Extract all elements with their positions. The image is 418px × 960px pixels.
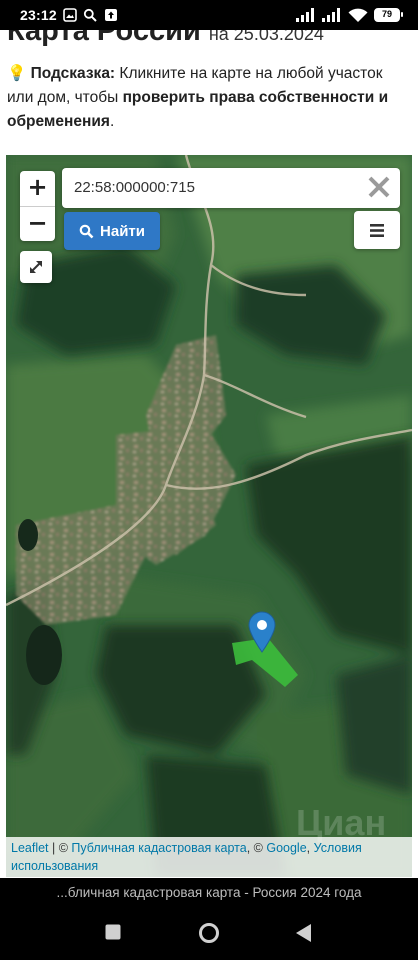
- upload-icon: [105, 9, 117, 21]
- hamburger-icon: [370, 223, 384, 237]
- zoom-control: + −: [20, 171, 55, 241]
- expand-icon: [30, 261, 42, 273]
- close-icon[interactable]: [366, 174, 392, 200]
- hint-label: Подсказка:: [30, 65, 116, 82]
- google-link[interactable]: Google: [266, 841, 306, 855]
- status-bar: 23:12 79: [0, 0, 418, 30]
- attribution-separator: | ©: [48, 841, 72, 855]
- map[interactable]: Циан + − 22:58:000000:715 Найти Leaflet …: [6, 155, 412, 877]
- gallery-icon: [63, 8, 77, 22]
- search-value[interactable]: 22:58:000000:715: [74, 179, 195, 196]
- recents-icon[interactable]: [105, 924, 121, 940]
- caption-bar: ...бличная кадастровая карта - Россия 20…: [0, 878, 418, 910]
- search-icon: [83, 8, 97, 22]
- back-icon[interactable]: [295, 923, 313, 943]
- zoom-in-button[interactable]: +: [20, 171, 55, 206]
- home-icon[interactable]: [198, 922, 220, 944]
- location-marker-icon[interactable]: [248, 611, 276, 653]
- cadastral-map-link[interactable]: Публичная кадастровая карта: [71, 841, 246, 855]
- fullscreen-button[interactable]: [20, 251, 52, 283]
- battery-level: 79: [381, 9, 392, 19]
- hint-text: 💡 Подсказка: Кликните на карте на любой …: [7, 62, 412, 134]
- lightbulb-icon: 💡: [7, 65, 27, 82]
- attribution-separator: ,: [306, 841, 314, 855]
- zoom-out-button[interactable]: −: [20, 206, 55, 241]
- wifi-icon: [348, 8, 368, 22]
- page-caption: ...бличная кадастровая карта - Россия 20…: [56, 885, 362, 900]
- system-nav-bar: [0, 910, 418, 960]
- map-attribution: Leaflet | © Публичная кадастровая карта,…: [6, 837, 412, 877]
- find-button-label: Найти: [100, 222, 145, 240]
- signal-icon: [296, 8, 314, 22]
- search-icon: [79, 224, 94, 238]
- status-time: 23:12: [20, 7, 57, 23]
- layers-menu-button[interactable]: [354, 211, 400, 249]
- battery-icon: 79: [374, 8, 403, 22]
- hint-end: .: [109, 113, 115, 130]
- signal-icon: [322, 8, 340, 22]
- cadastral-search-input[interactable]: 22:58:000000:715: [62, 168, 400, 208]
- attribution-separator: , ©: [246, 841, 267, 855]
- find-button[interactable]: Найти: [64, 212, 160, 250]
- satellite-imagery: Циан: [6, 155, 412, 877]
- leaflet-link[interactable]: Leaflet: [11, 841, 49, 855]
